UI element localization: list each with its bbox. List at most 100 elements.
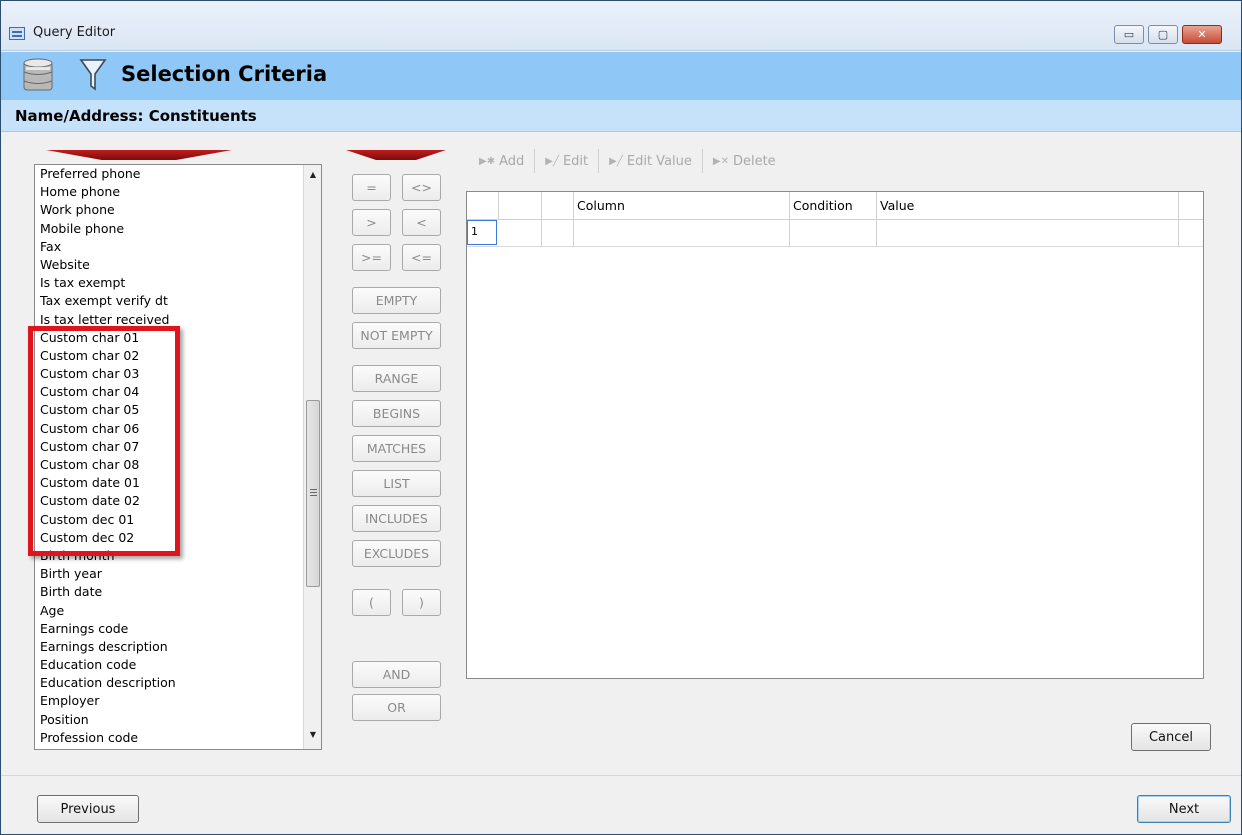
field-list-item[interactable]: Age (35, 602, 297, 620)
field-list-item[interactable]: Birth year (35, 565, 297, 583)
database-icon (23, 58, 53, 91)
field-list-item[interactable]: Custom date 01 (35, 474, 297, 492)
grid-header-cell (499, 192, 542, 220)
field-list-scrollbar[interactable]: ▲ ▼ (303, 165, 321, 749)
filter-funnel-icon (79, 59, 107, 91)
field-list-item[interactable]: Home phone (35, 183, 297, 201)
less-than-button[interactable]: < (402, 209, 441, 236)
field-list-item[interactable]: Education description (35, 674, 297, 692)
row-number[interactable]: 1 (467, 220, 497, 245)
grid-row[interactable]: 1 (467, 220, 1203, 247)
field-list-item[interactable]: Is tax letter received (35, 311, 297, 329)
not-empty-button[interactable]: NOT EMPTY (352, 322, 441, 349)
delete-icon: ▶✕ (712, 155, 729, 167)
excludes-button[interactable]: EXCLUDES (352, 540, 441, 567)
toolbar-separator (534, 149, 536, 173)
toolbar-separator (701, 149, 703, 173)
field-list-item[interactable]: Custom char 06 (35, 420, 297, 438)
scroll-thumb[interactable] (306, 400, 320, 587)
toolbar-separator (598, 149, 600, 173)
previous-button[interactable]: Previous (37, 795, 139, 823)
field-list-item[interactable]: Custom char 02 (35, 347, 297, 365)
open-paren-button[interactable]: ( (352, 589, 391, 616)
field-list-item[interactable]: Position (35, 711, 297, 729)
equals-button[interactable]: = (352, 174, 391, 201)
grid-cell-column[interactable] (574, 220, 790, 247)
operator-drop-arrow-icon (346, 150, 446, 160)
next-button[interactable]: Next (1137, 795, 1231, 823)
add-icon: ▶✱ (479, 155, 496, 167)
grip-icon (310, 489, 317, 496)
field-list-item[interactable]: Mobile phone (35, 220, 297, 238)
delete-tool-button[interactable]: ▶✕ Delete (707, 154, 782, 169)
and-button[interactable]: AND (352, 661, 441, 688)
field-list-item[interactable]: Is tax exempt (35, 274, 297, 292)
close-paren-button[interactable]: ) (402, 589, 441, 616)
cancel-button[interactable]: Cancel (1131, 723, 1211, 751)
grid-cell[interactable] (542, 220, 574, 247)
field-list-item[interactable]: Education code (35, 656, 297, 674)
field-list-item[interactable]: Custom dec 01 (35, 511, 297, 529)
greater-equal-button[interactable]: >= (352, 244, 391, 271)
criteria-grid[interactable]: Column Condition Value 1 (466, 191, 1204, 679)
add-tool-button[interactable]: ▶✱ Add (473, 154, 530, 169)
field-list-item[interactable]: Birth month (35, 547, 297, 565)
field-list-item[interactable]: Earnings description (35, 638, 297, 656)
field-list-item[interactable]: Custom date 02 (35, 492, 297, 510)
minimize-button[interactable]: ▭ (1114, 25, 1144, 44)
edit-value-tool-button[interactable]: ▶╱ Edit Value (603, 154, 698, 169)
field-list-item[interactable]: Tax exempt verify dt (35, 292, 297, 310)
edit-icon: ▶╱ (545, 155, 559, 167)
add-label: Add (499, 153, 525, 169)
field-list-item[interactable]: Custom char 01 (35, 329, 297, 347)
matches-button[interactable]: MATCHES (352, 435, 441, 462)
grid-cell-value[interactable] (877, 220, 1179, 247)
field-list-item[interactable]: Employer (35, 692, 297, 710)
grid-cell[interactable] (499, 220, 542, 247)
grid-cell-condition[interactable] (790, 220, 877, 247)
field-list-item[interactable]: Preferred phone (35, 165, 297, 183)
field-list[interactable]: Preferred phone Home phone Work phone Mobil… (34, 164, 322, 750)
grid-header: Column Condition Value (467, 192, 1203, 220)
grid-header-value[interactable]: Value (877, 192, 1179, 220)
list-button[interactable]: LIST (352, 470, 441, 497)
grid-header-condition[interactable]: Condition (790, 192, 877, 220)
field-list-item[interactable]: Earnings code (35, 620, 297, 638)
field-list-item[interactable]: Custom char 07 (35, 438, 297, 456)
maximize-button[interactable]: ▢ (1148, 25, 1178, 44)
close-button[interactable]: ✕ (1182, 25, 1222, 44)
field-list-item[interactable]: Custom char 08 (35, 456, 297, 474)
edit-value-label: Edit Value (626, 153, 692, 169)
begins-button[interactable]: BEGINS (352, 400, 441, 427)
scroll-down-icon[interactable]: ▼ (304, 727, 321, 743)
subheader-title: Name/Address: Constituents (15, 107, 257, 125)
field-list-item[interactable]: Custom char 03 (35, 365, 297, 383)
or-button[interactable]: OR (352, 694, 441, 721)
subheader-band: Name/Address: Constituents (1, 100, 1241, 132)
query-editor-window: Query Editor ▭ ▢ ✕ Selection Criteria Na… (0, 0, 1242, 835)
grid-header-cell (467, 192, 499, 220)
empty-button[interactable]: EMPTY (352, 287, 441, 314)
less-equal-button[interactable]: <= (402, 244, 441, 271)
field-list-item[interactable]: Website (35, 256, 297, 274)
edit-tool-button[interactable]: ▶╱ Edit (539, 154, 594, 169)
grid-header-column[interactable]: Column (574, 192, 790, 220)
field-list-item[interactable]: Custom char 04 (35, 383, 297, 401)
field-list-item[interactable]: Custom dec 02 (35, 529, 297, 547)
footer-divider (1, 775, 1241, 776)
window-app-icon (9, 27, 25, 40)
field-list-item[interactable]: Custom char 05 (35, 401, 297, 419)
field-list-item[interactable]: Profession code (35, 729, 297, 747)
range-button[interactable]: RANGE (352, 365, 441, 392)
section-title: Selection Criteria (121, 62, 328, 86)
includes-button[interactable]: INCLUDES (352, 505, 441, 532)
field-list-item[interactable]: Fax (35, 238, 297, 256)
field-list-item[interactable]: Birth date (35, 583, 297, 601)
field-list-item[interactable]: Work phone (35, 201, 297, 219)
window-title: Query Editor (33, 25, 116, 40)
edit-value-icon: ▶╱ (609, 155, 623, 167)
delete-label: Delete (732, 153, 776, 169)
scroll-up-icon[interactable]: ▲ (304, 167, 321, 183)
greater-than-button[interactable]: > (352, 209, 391, 236)
not-equals-button[interactable]: <> (402, 174, 441, 201)
